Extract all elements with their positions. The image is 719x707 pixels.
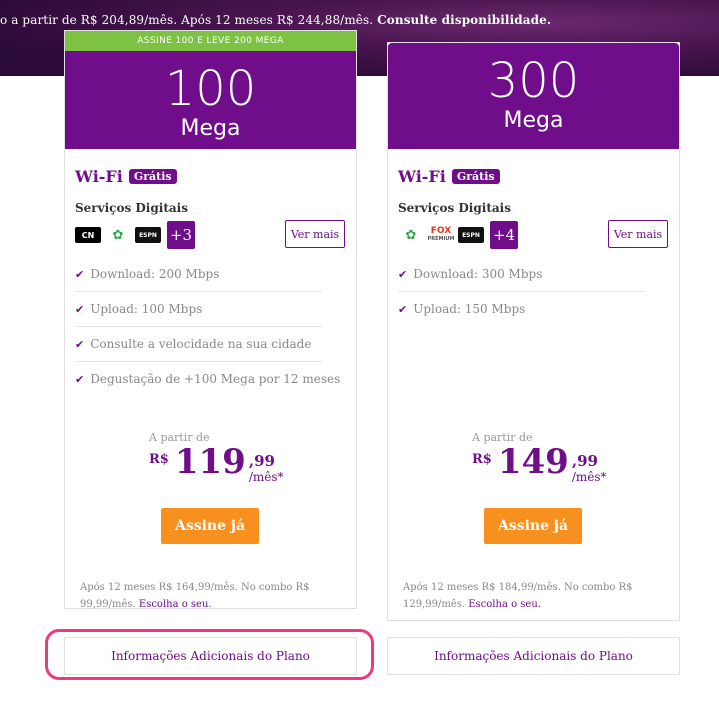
plan-header: 100 Mega (65, 51, 356, 149)
discovery-kids-logo: ✿ (105, 227, 131, 243)
price-period: /mês* (571, 470, 607, 484)
price-integer: 119 (174, 442, 246, 482)
cartoon-network-logo: CN (75, 227, 101, 243)
plan-speed: 100 (164, 61, 257, 117)
list-item: ✔ Upload: 100 Mbps (75, 292, 322, 327)
feature-list: ✔ Download: 200 Mbps ✔ Upload: 100 Mbps ✔ C… (75, 257, 341, 397)
plan-card-300: 300 Mega Wi-Fi Grátis Serviços Digitais ✿… (387, 42, 680, 621)
choose-combo-link[interactable]: Escolha o seu. (139, 599, 212, 610)
price-cents: ,99 (248, 452, 275, 470)
plan-unit: Mega (180, 116, 241, 141)
check-icon: ✔ (75, 338, 85, 351)
availability-link[interactable]: Consulte disponibilidade. (377, 13, 551, 27)
wifi-label: Wi-Fi Grátis (398, 167, 500, 186)
subscribe-button[interactable]: Assine já (161, 508, 259, 544)
promo-badge: ASSINE 100 E LEVE 200 MEGA (65, 31, 356, 51)
price-note: Após 12 meses R$ 184,99/mês. No combo R$… (403, 582, 633, 610)
check-icon: ✔ (398, 268, 408, 281)
price-block: A partir de R$ 149 ,99 /mês* (472, 431, 607, 484)
feature-list: ✔ Download: 300 Mbps ✔ Upload: 150 Mbps (398, 257, 645, 327)
ver-mais-button[interactable]: Ver mais (608, 220, 668, 248)
watch-espn-logo: ESPN (135, 227, 161, 243)
services-logos: ✿ FOX PREMIUM ESPN +4 (398, 221, 518, 249)
services-logos: CN ✿ ESPN +3 (75, 221, 195, 249)
banner-text: o a partir de R$ 204,89/mês. Após 12 mes… (0, 13, 552, 27)
currency-symbol: R$ (472, 452, 492, 467)
check-icon: ✔ (75, 303, 85, 316)
digital-services-title: Serviços Digitais (398, 201, 511, 215)
subscribe-button[interactable]: Assine já (484, 508, 582, 544)
list-item: ✔ Consulte a velocidade na sua cidade (75, 327, 322, 362)
watch-espn-logo: ESPN (458, 227, 484, 243)
plan-info-button-300[interactable]: Informações Adicionais do Plano (387, 637, 680, 675)
price-period: /mês* (248, 470, 284, 484)
ver-mais-button[interactable]: Ver mais (285, 220, 345, 248)
check-icon: ✔ (75, 373, 85, 386)
wifi-label: Wi-Fi Grátis (75, 167, 177, 186)
currency-symbol: R$ (149, 452, 169, 467)
list-item: ✔ Upload: 150 Mbps (398, 302, 526, 316)
plan-speed: 300 (487, 53, 580, 109)
fox-premium-logo: FOX PREMIUM (427, 226, 455, 243)
list-item: ✔ Download: 200 Mbps (75, 257, 322, 292)
list-item: ✔ Degustação de +100 Mega por 12 meses (75, 372, 341, 386)
plan-unit: Mega (503, 108, 564, 133)
price-integer: 149 (497, 442, 569, 482)
check-icon: ✔ (75, 268, 85, 281)
choose-combo-link[interactable]: Escolha o seu. (468, 599, 541, 610)
more-services-badge[interactable]: +3 (167, 221, 195, 249)
wifi-free-badge: Grátis (128, 169, 177, 184)
price-cents: ,99 (571, 452, 598, 470)
more-services-badge[interactable]: +4 (490, 221, 518, 249)
price-block: A partir de R$ 119 ,99 /mês* (149, 431, 284, 484)
highlight-ring (45, 629, 374, 680)
plan-header: 300 Mega (388, 43, 679, 149)
wifi-free-badge: Grátis (451, 169, 500, 184)
price-note: Após 12 meses R$ 164,99/mês. No combo R$… (80, 582, 310, 610)
list-item: ✔ Download: 300 Mbps (398, 257, 645, 292)
digital-services-title: Serviços Digitais (75, 201, 188, 215)
check-icon: ✔ (398, 303, 408, 316)
plan-card-100: ASSINE 100 E LEVE 200 MEGA 100 Mega Wi-F… (64, 30, 357, 610)
discovery-kids-logo: ✿ (398, 227, 424, 243)
